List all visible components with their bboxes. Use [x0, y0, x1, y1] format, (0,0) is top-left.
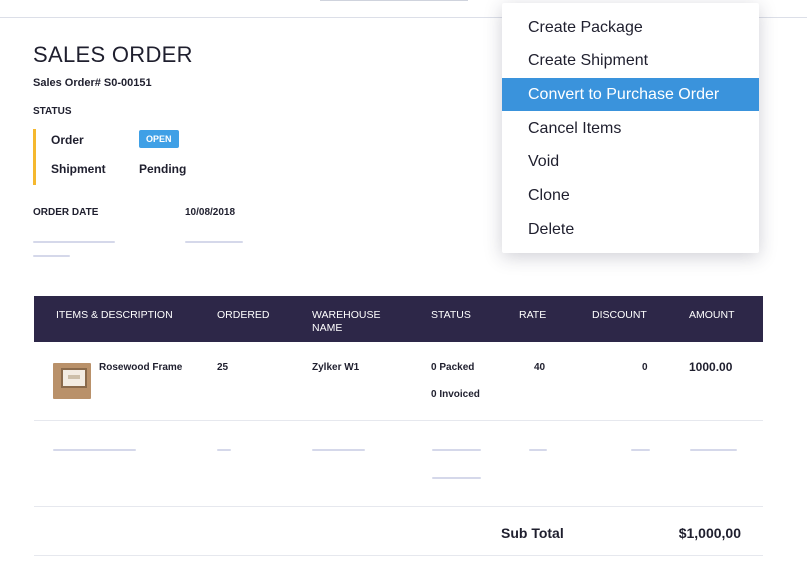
placeholder-line: [33, 255, 70, 257]
placeholder-line: [185, 241, 243, 243]
placeholder-line: [432, 477, 481, 479]
subtotal-value: $1,000,00: [678, 525, 741, 541]
row-divider: [34, 555, 763, 556]
order-status-badge: OPEN: [139, 130, 179, 148]
column-header-amount: AMOUNT: [689, 309, 735, 321]
table-header: ITEMS & DESCRIPTION ORDERED WAREHOUSE NA…: [34, 296, 763, 342]
placeholder-line: [631, 449, 650, 451]
subtotal-label: Sub Total: [501, 525, 564, 541]
order-date-label: ORDER DATE: [33, 207, 99, 218]
menu-item-create-package[interactable]: Create Package: [502, 11, 759, 44]
placeholder-line: [432, 449, 481, 451]
status-accent-bar: [33, 129, 36, 185]
more-actions-dropdown: Create Package Create Shipment Convert t…: [502, 3, 759, 253]
status-heading: STATUS: [33, 106, 72, 117]
column-header-rate: RATE: [519, 309, 547, 321]
page-title: SALES ORDER: [33, 42, 193, 67]
item-status-invoiced: 0 Invoiced: [431, 389, 480, 400]
item-warehouse: Zylker W1: [312, 362, 360, 373]
column-header-items: ITEMS & DESCRIPTION: [56, 309, 173, 321]
menu-item-delete[interactable]: Delete: [502, 213, 759, 246]
order-status-label: Order: [51, 133, 84, 147]
status-block: Order OPEN Shipment Pending: [33, 129, 233, 185]
picture-frame-image-icon: [53, 363, 91, 399]
item-discount: 0: [642, 362, 648, 373]
menu-item-create-shipment[interactable]: Create Shipment: [502, 44, 759, 77]
column-header-status: STATUS: [431, 309, 471, 321]
placeholder-line: [53, 449, 136, 451]
row-divider: [34, 420, 763, 421]
order-date-value: 10/08/2018: [185, 207, 236, 218]
shipment-status-label: Shipment: [51, 162, 106, 176]
column-header-discount: DISCOUNT: [592, 309, 647, 321]
item-amount: 1000.00: [689, 360, 733, 374]
row-divider: [34, 506, 763, 507]
menu-item-convert-to-purchase-order[interactable]: Convert to Purchase Order: [502, 78, 759, 111]
item-ordered: 25: [217, 362, 229, 373]
item-name[interactable]: Rosewood Frame: [99, 362, 182, 373]
menu-item-void[interactable]: Void: [502, 145, 759, 178]
item-status-packed: 0 Packed: [431, 362, 475, 373]
column-header-ordered: ORDERED: [217, 309, 270, 321]
placeholder-line: [217, 449, 231, 451]
sales-order-number: Sales Order# S0-00151: [33, 77, 152, 89]
placeholder-line: [690, 449, 737, 451]
menu-item-cancel-items[interactable]: Cancel Items: [502, 112, 759, 145]
shipment-status-value: Pending: [139, 162, 187, 176]
placeholder-line: [529, 449, 547, 451]
placeholder-line: [312, 449, 365, 451]
item-rate: 40: [534, 362, 546, 373]
header-tab-indicator: [320, 0, 468, 1]
column-header-warehouse: WAREHOUSE NAME: [312, 309, 381, 334]
placeholder-line: [33, 241, 115, 243]
menu-item-clone[interactable]: Clone: [502, 179, 759, 212]
